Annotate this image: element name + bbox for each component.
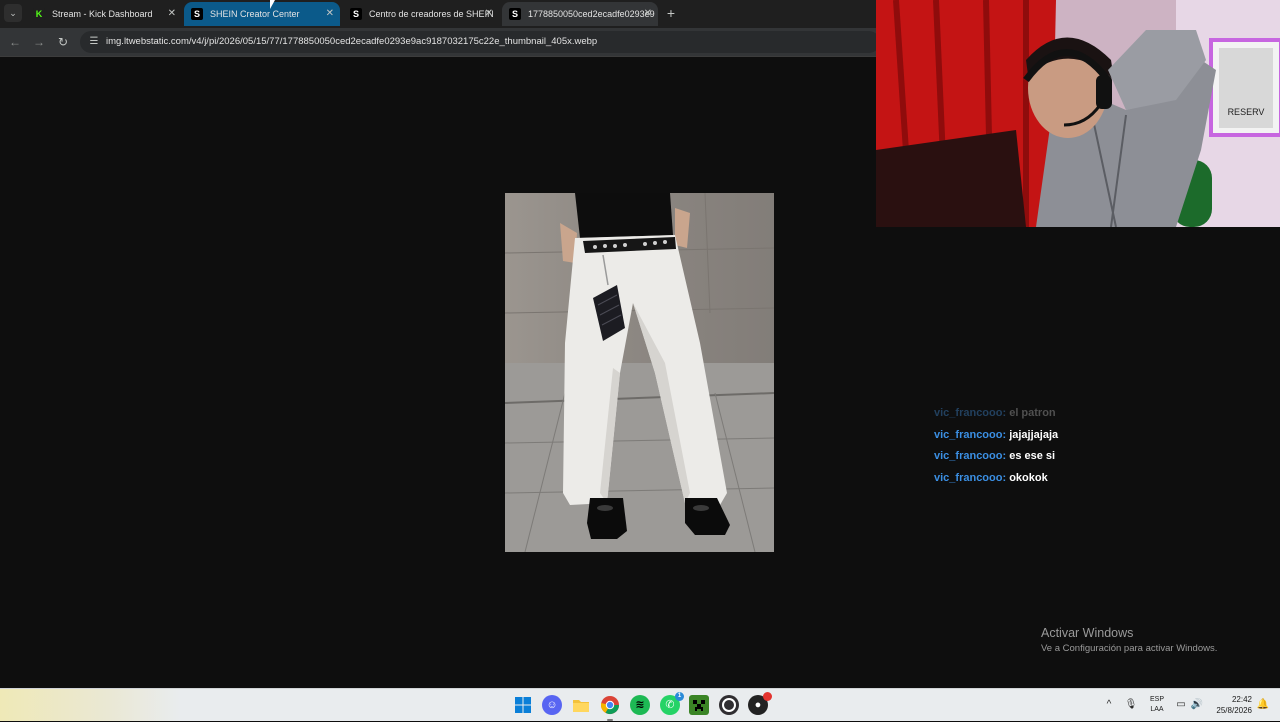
spotify-icon[interactable]: ≋	[630, 695, 650, 715]
back-arrow-icon[interactable]: ←	[7, 34, 23, 50]
tab-title: 1778850050ced2ecadfe0293e9	[528, 9, 655, 19]
shein-icon: S	[191, 8, 203, 20]
mouse-cursor	[270, 0, 275, 9]
chat-text: okokok	[1009, 472, 1048, 485]
chat-text: es ese si	[1009, 450, 1056, 463]
shein-icon: S	[509, 8, 521, 20]
chat-message: vic_francooo: jajajjajaja	[934, 426, 1254, 448]
address-bar[interactable]: ☰ img.ltwebstatic.com/v4/j/pi/2026/05/15…	[80, 31, 880, 53]
app-icon-red-badge[interactable]: ●	[748, 692, 772, 715]
close-icon[interactable]: ✕	[644, 2, 652, 26]
notification-dot	[763, 692, 772, 701]
input-language-indicator[interactable]: ESP LAA	[1149, 695, 1165, 715]
tab-shein-creator-center[interactable]: S SHEIN Creator Center ✕	[184, 2, 340, 26]
streamer-webcam-overlay: RESERV	[876, 0, 1280, 227]
close-icon[interactable]: ✕	[326, 2, 334, 26]
whatsapp-icon[interactable]: ✆ 1	[660, 692, 684, 715]
product-image	[505, 193, 774, 552]
tab-image-file[interactable]: S 1778850050ced2ecadfe0293e9 ✕	[502, 2, 658, 26]
svg-text:RESERV: RESERV	[1228, 107, 1265, 117]
chat-username: vic_francooo:	[934, 450, 1007, 463]
reload-icon[interactable]: ↻	[55, 34, 71, 50]
windows-activation-watermark: Activar Windows Ve a Configuración para …	[1041, 626, 1217, 656]
taskbar-widget-glow	[0, 689, 180, 721]
url-text[interactable]: img.ltwebstatic.com/v4/j/pi/2026/05/15/7…	[106, 31, 597, 53]
chrome-icon[interactable]	[600, 695, 620, 721]
microphone-icon[interactable]: 🎙	[1124, 698, 1138, 712]
stream-chat: vic_francooo: el patron vic_francooo: ja…	[934, 404, 1254, 491]
chat-text: jajajjajaja	[1009, 428, 1059, 441]
close-icon[interactable]: ✕	[485, 2, 493, 26]
activation-subtitle: Ve a Configuración para activar Windows.	[1041, 643, 1218, 654]
clock-date: 25/8/2026	[1216, 706, 1252, 715]
volume-icon[interactable]: 🔊	[1190, 698, 1204, 712]
minecraft-icon[interactable]	[689, 695, 709, 715]
chat-username: vic_francooo:	[934, 407, 1007, 419]
activation-title: Activar Windows	[1041, 626, 1134, 640]
chat-username: vic_francooo:	[934, 472, 1007, 485]
system-clock[interactable]: 22:42 25/8/2026	[1206, 694, 1252, 716]
file-explorer-icon[interactable]	[571, 695, 591, 715]
chat-text: el patron	[1009, 407, 1056, 419]
chevron-up-icon[interactable]: ^	[1102, 698, 1116, 712]
tab-title: Centro de creadores de SHEIN	[369, 9, 494, 19]
tab-kick-dashboard[interactable]: K Stream - Kick Dashboard ✕	[26, 2, 182, 26]
windows-taskbar: ☺ ≋ ✆ 1 ● ^ 🎙 ESP LAA ▭ 🔊 22:42 25/8/202…	[0, 688, 1280, 721]
chat-username: vic_francooo:	[934, 428, 1007, 441]
product-photo-drawing	[505, 193, 774, 552]
kick-icon: K	[33, 8, 45, 20]
network-icon[interactable]: ▭	[1174, 698, 1188, 712]
keyboard-layout: LAA	[1150, 706, 1164, 713]
chat-message: vic_francooo: el patron	[934, 404, 1254, 426]
notification-badge: 1	[675, 692, 684, 701]
forward-arrow-icon[interactable]: →	[31, 34, 47, 50]
clock-time: 22:42	[1231, 695, 1252, 704]
tab-centro-creadores-shein[interactable]: S Centro de creadores de SHEIN ✕	[343, 2, 499, 26]
obs-icon[interactable]	[719, 695, 739, 715]
windows-start-icon[interactable]	[513, 695, 533, 715]
tab-search-button[interactable]: ⌄	[4, 4, 22, 22]
site-info-icon[interactable]: ☰	[87, 35, 101, 49]
webcam-drawing: RESERV	[876, 0, 1280, 227]
chat-message: vic_francooo: okokok	[934, 469, 1254, 491]
discord-icon[interactable]: ☺	[542, 695, 562, 715]
new-tab-button[interactable]: +	[664, 6, 678, 20]
chat-message: vic_francooo: es ese si	[934, 447, 1254, 469]
shein-icon: S	[350, 8, 362, 20]
language-code: ESP	[1149, 696, 1164, 703]
notification-bell-icon[interactable]: 🔔	[1256, 698, 1270, 712]
tab-title: Stream - Kick Dashboard	[52, 9, 153, 19]
tab-title: SHEIN Creator Center	[210, 9, 300, 19]
close-icon[interactable]: ✕	[168, 2, 176, 26]
